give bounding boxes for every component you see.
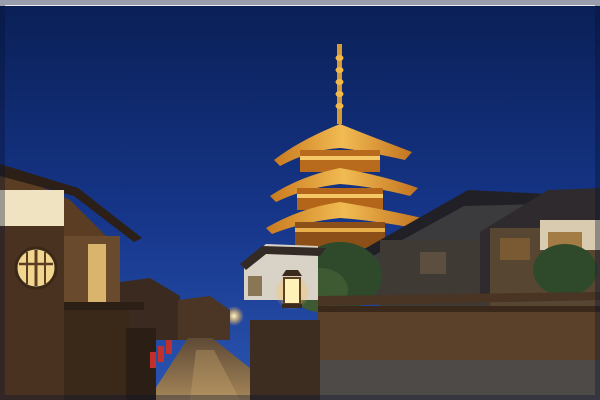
night-street-photo [0,0,600,400]
circle-window-icon [14,246,58,290]
photo-frame [0,0,600,400]
